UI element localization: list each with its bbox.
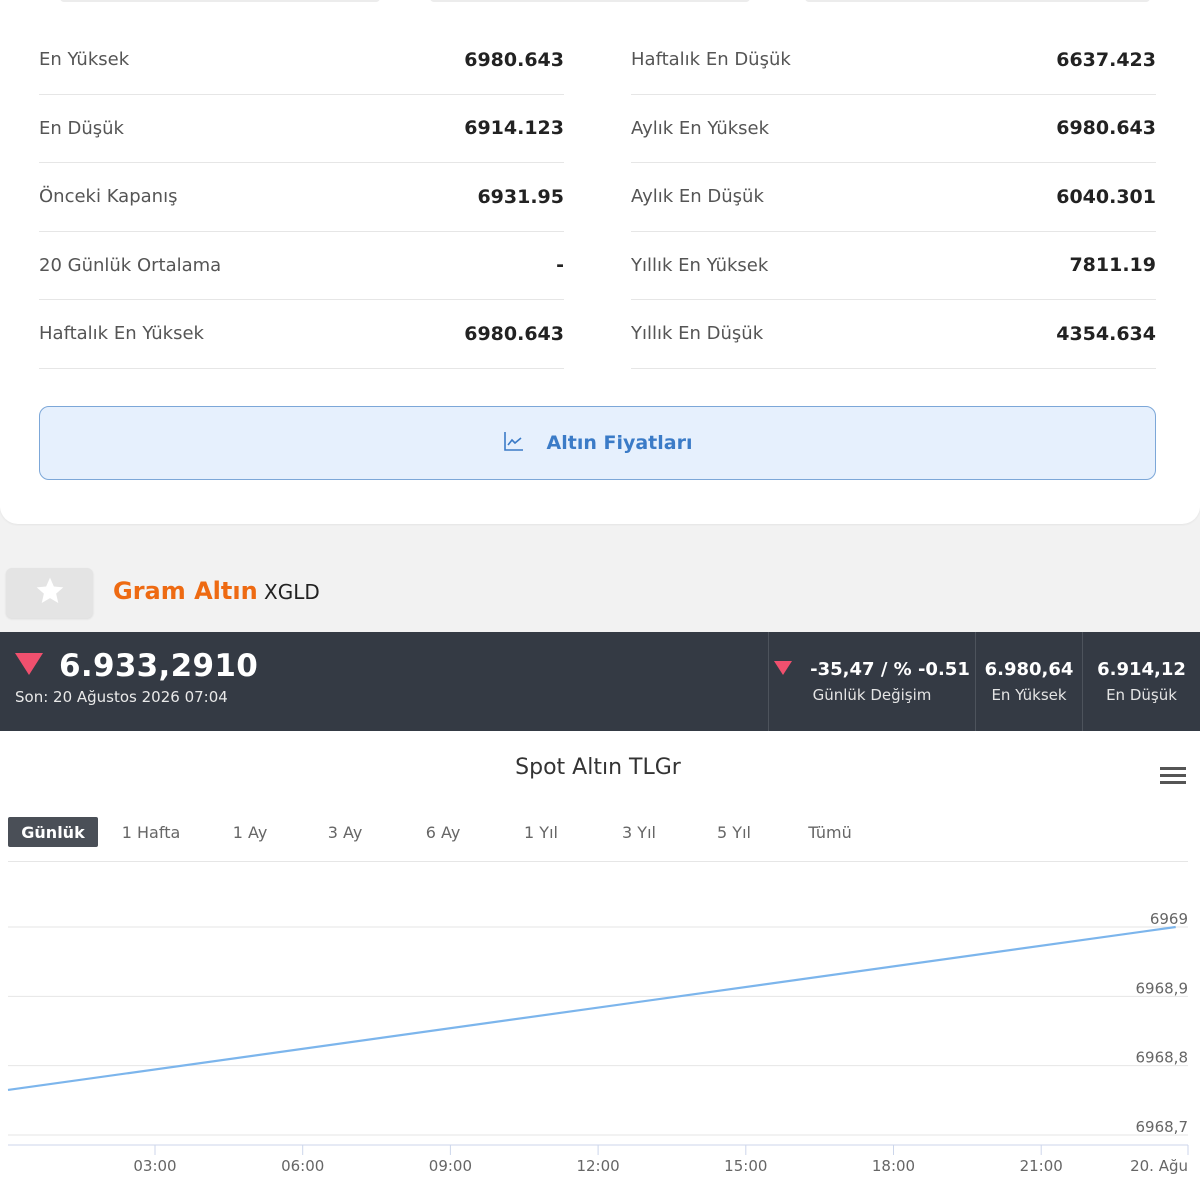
gold-prices-button[interactable]: Altın Fiyatları: [39, 406, 1156, 480]
x-tick-label: 06:00: [281, 1157, 324, 1175]
asset-header: Gram Altın XGLD: [0, 560, 1200, 626]
stat-row: 20 Günlük Ortalama -: [39, 232, 564, 300]
stat-row: Yıllık En Düşük 4354.634: [631, 300, 1156, 369]
stat-row: Aylık En Düşük 6040.301: [631, 163, 1156, 232]
stat-value: 6980.643: [464, 322, 564, 345]
stat-row: Haftalık En Düşük 6637.423: [631, 26, 1156, 95]
stat-value: 6931.95: [477, 185, 564, 208]
current-price: 6.933,2910: [15, 648, 258, 684]
stats-card: En Yüksek 6980.643 En Düşük 6914.123 Önceki …: [0, 0, 1200, 524]
line-chart-icon: [503, 430, 525, 456]
stat-value: 4354.634: [1056, 322, 1156, 345]
y-tick-label: 6969: [1150, 910, 1188, 928]
stat-label: Aylık En Yüksek: [631, 117, 770, 139]
favorite-button[interactable]: [6, 568, 93, 618]
daily-high-label: En Yüksek: [991, 686, 1067, 704]
price-chart: Spot Altın TLGr Günlük 1 Hafta 1 Ay 3 Ay 6 A…: [0, 731, 1200, 1200]
price-value: 6.933,2910: [59, 648, 259, 684]
stats-column-left: En Yüksek 6980.643 En Düşük 6914.123 Önceki …: [39, 26, 564, 369]
range-button[interactable]: 1 Hafta: [98, 817, 204, 847]
daily-low-value: 6.914,12: [1097, 659, 1186, 680]
x-tick-label: 15:00: [724, 1157, 767, 1175]
stat-label: 20 Günlük Ortalama: [39, 254, 222, 276]
daily-change-label: Günlük Değişim: [812, 686, 932, 704]
price-bar: 6.933,2910 Son: 20 Ağustos 2026 07:04 -3…: [0, 632, 1200, 731]
stat-row: Yıllık En Yüksek 7811.19: [631, 232, 1156, 300]
stat-label: En Yüksek: [39, 49, 130, 71]
range-button[interactable]: Günlük: [8, 817, 98, 847]
stat-label: Yıllık En Düşük: [631, 323, 764, 345]
daily-change-value: -35,47 / % -0.51: [810, 659, 970, 680]
gold-prices-button-label: Altın Fiyatları: [546, 432, 693, 454]
down-arrow-icon: [15, 653, 43, 679]
x-tick-label: 18:00: [872, 1157, 915, 1175]
stat-label: Haftalık En Yüksek: [39, 323, 204, 345]
stat-label: En Düşük: [39, 117, 124, 139]
stat-row: Önceki Kapanış 6931.95: [39, 163, 564, 232]
stat-row: Aylık En Yüksek 6980.643: [631, 95, 1156, 163]
hamburger-menu-icon[interactable]: [1160, 765, 1186, 785]
stat-value: 6980.643: [464, 48, 564, 71]
stat-row: En Düşük 6914.123: [39, 95, 564, 163]
y-tick-label: 6968,8: [1136, 1049, 1189, 1067]
stat-value: 6637.423: [1056, 48, 1156, 71]
range-button[interactable]: 6 Ay: [394, 817, 492, 847]
stat-label: Aylık En Düşük: [631, 186, 764, 208]
stat-value: 7811.19: [1069, 254, 1156, 277]
asset-name: Gram Altın: [113, 577, 258, 605]
stat-value: 6914.123: [464, 117, 564, 140]
x-tick-label: 21:00: [1020, 1157, 1063, 1175]
last-update: Son: 20 Ağustos 2026 07:04: [15, 688, 228, 706]
asset-code: XGLD: [264, 580, 320, 604]
stat-label: Haftalık En Düşük: [631, 49, 791, 71]
range-button[interactable]: 5 Yıl: [688, 817, 780, 847]
range-button[interactable]: 1 Ay: [204, 817, 296, 847]
chart-title: Spot Altın TLGr: [515, 755, 681, 780]
stat-label: Önceki Kapanış: [39, 186, 178, 208]
x-tick-label: 12:00: [576, 1157, 619, 1175]
range-button[interactable]: Tümü: [780, 817, 880, 847]
x-tick-label: 20. Ağu: [1130, 1157, 1188, 1175]
range-button[interactable]: 3 Yıl: [590, 817, 688, 847]
y-tick-label: 6968,9: [1136, 979, 1189, 997]
range-selector: Günlük 1 Hafta 1 Ay 3 Ay 6 Ay 1 Yıl 3 Yıl 5 Yıl…: [8, 817, 880, 847]
top-tab-shadows: [0, 0, 1200, 6]
daily-high-cell: 6.980,64 En Yüksek: [975, 632, 1082, 731]
y-tick-label: 6968,7: [1136, 1118, 1189, 1136]
stat-value: 6980.643: [1056, 117, 1156, 140]
daily-change-cell: -35,47 / % -0.51 Günlük Değişim: [768, 632, 975, 731]
down-arrow-icon: [774, 660, 793, 679]
x-tick-label: 09:00: [429, 1157, 472, 1175]
stat-value: 6040.301: [1056, 185, 1156, 208]
stat-label: Yıllık En Yüksek: [631, 254, 769, 276]
range-button[interactable]: 3 Ay: [296, 817, 394, 847]
x-tick-label: 03:00: [133, 1157, 176, 1175]
range-button[interactable]: 1 Yıl: [492, 817, 590, 847]
stat-row: Haftalık En Yüksek 6980.643: [39, 300, 564, 369]
stats-column-right: Haftalık En Düşük 6637.423 Aylık En Yüksek…: [631, 26, 1156, 369]
stat-value: -: [556, 254, 564, 277]
daily-low-label: En Düşük: [1106, 686, 1177, 704]
daily-low-cell: 6.914,12 En Düşük: [1082, 632, 1200, 731]
stat-row: En Yüksek 6980.643: [39, 26, 564, 95]
chart-plot: 6969 6968,9 6968,8 6968,7 03:00 06:00 09:00 12:…: [7, 861, 1189, 1175]
daily-high-value: 6.980,64: [984, 659, 1074, 680]
star-icon: [33, 575, 67, 611]
